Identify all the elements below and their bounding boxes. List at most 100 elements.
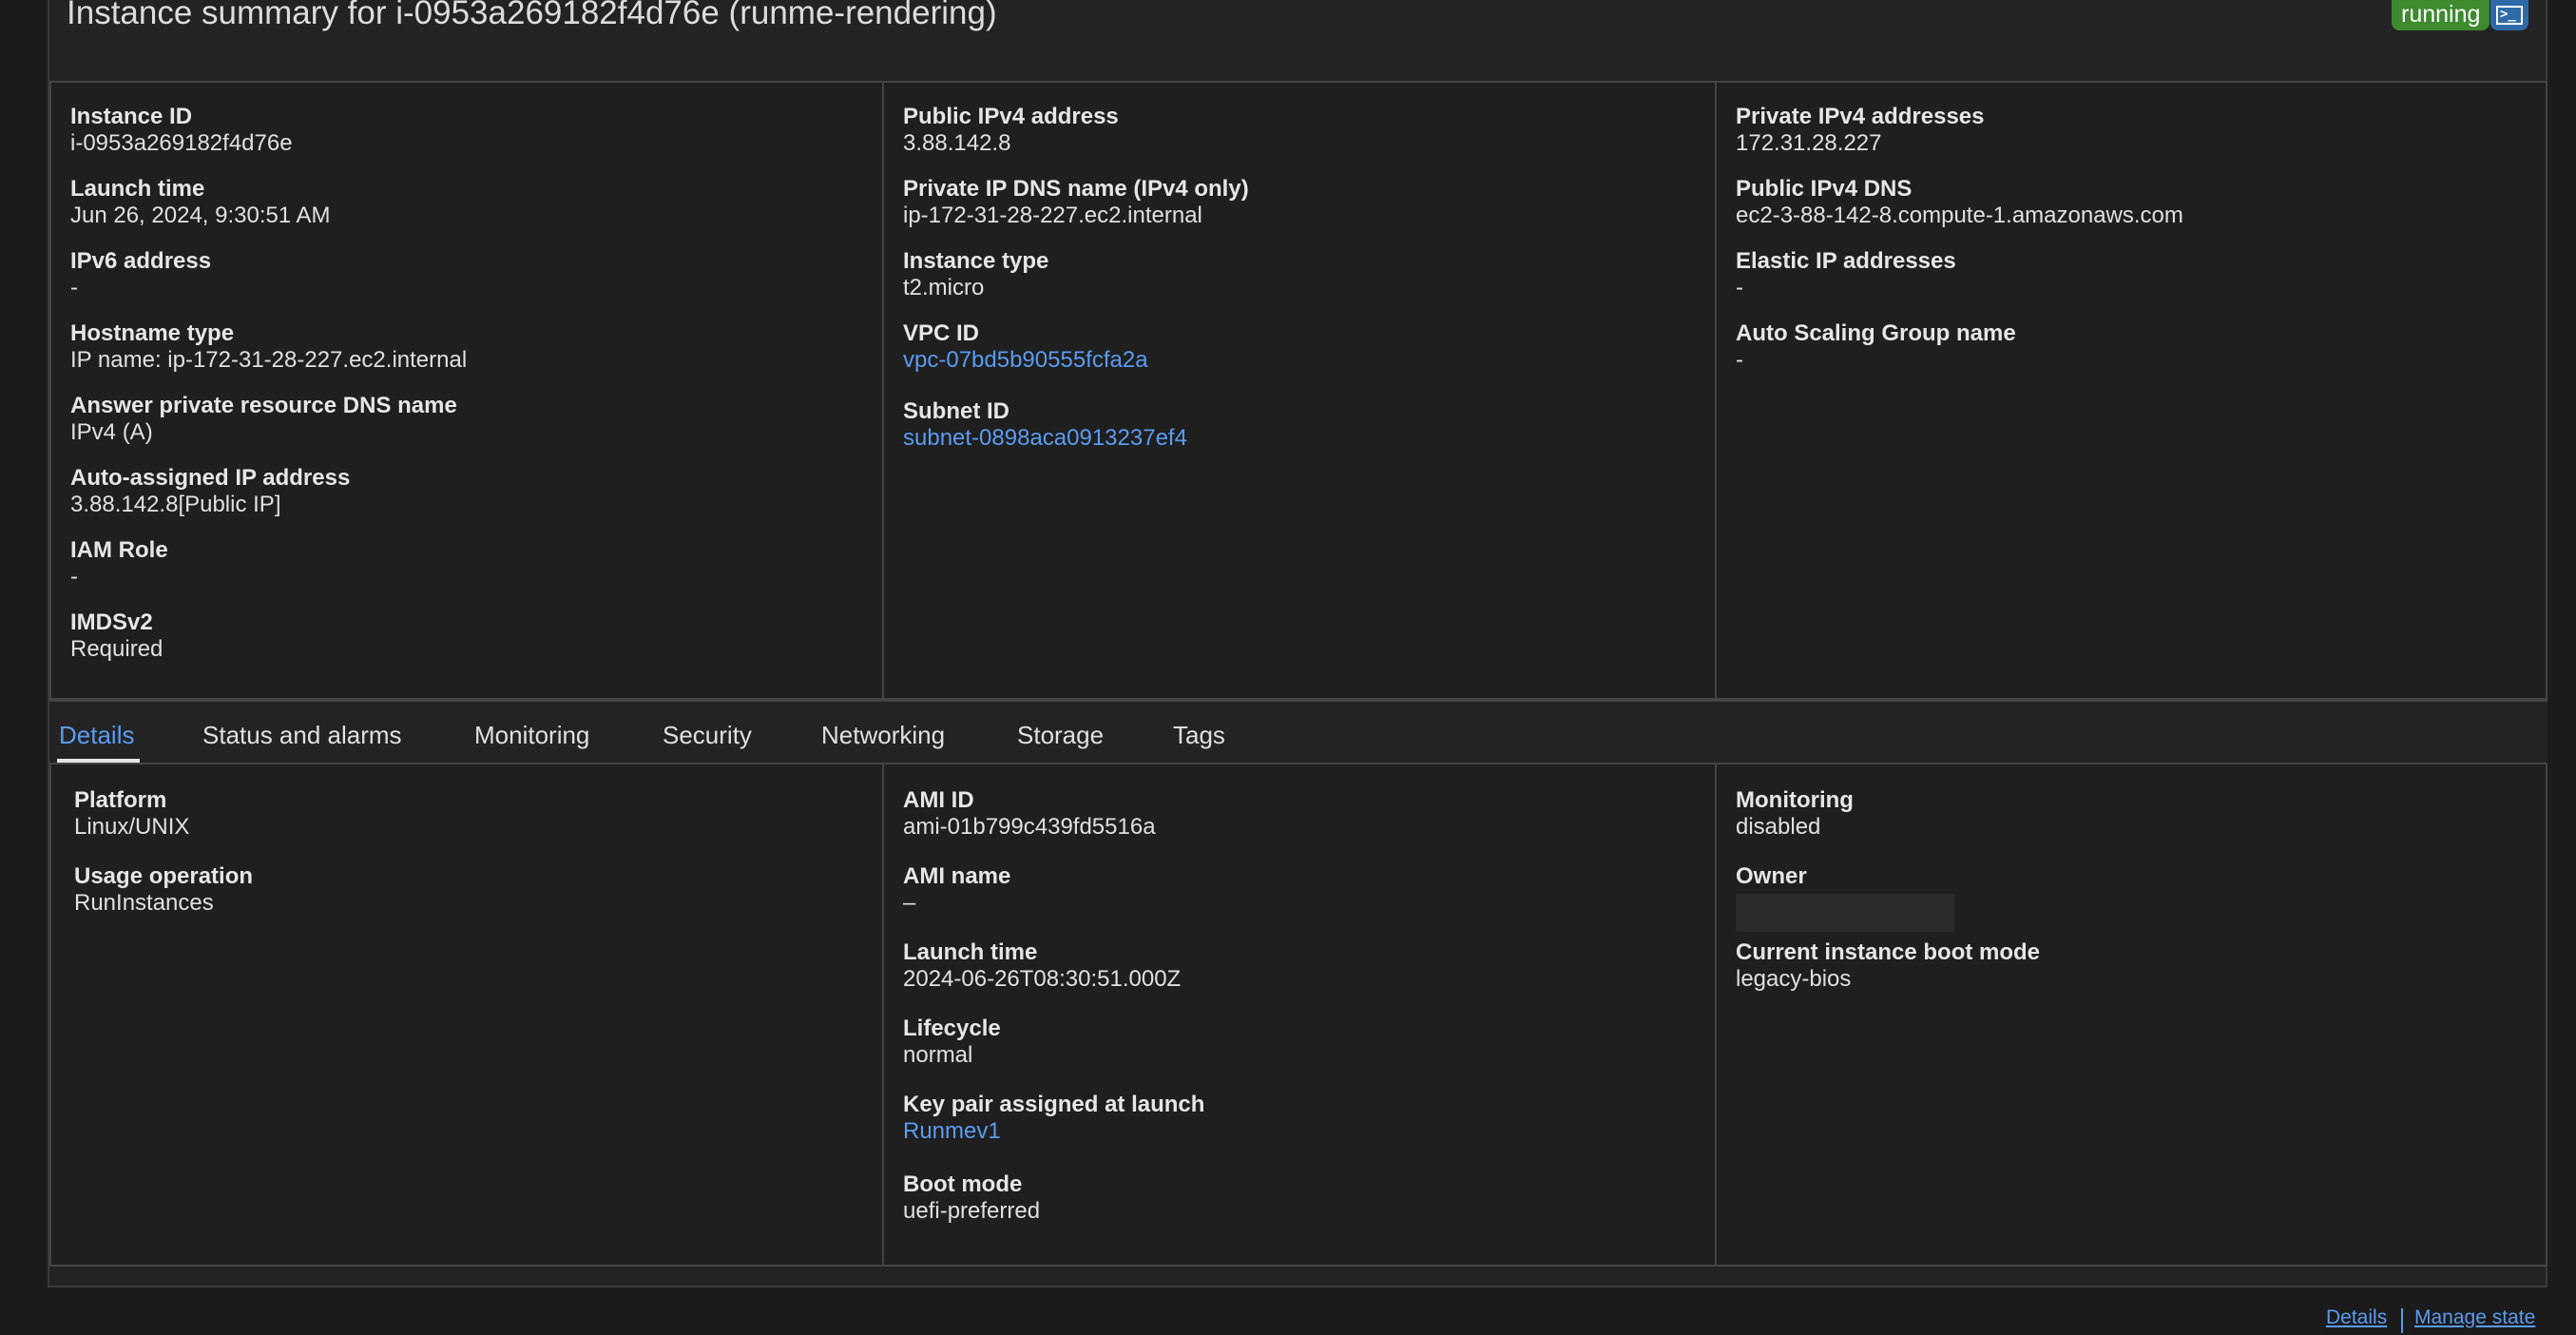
field-key-pair: Key pair assigned at launch Runmev1 — [903, 1092, 1715, 1171]
details-link[interactable]: Details — [2326, 1306, 2387, 1329]
tab-tags[interactable]: Tags — [1173, 721, 1225, 750]
connect-terminal-button[interactable]: >_ — [2490, 0, 2528, 30]
value: Required — [70, 636, 163, 662]
status-badge: running — [2392, 0, 2490, 30]
value: ec2-3-88-142-8.compute-1.amazonaws.com — [1736, 203, 2183, 228]
label: AMI ID — [903, 787, 974, 813]
value: IPv4 (A) — [70, 419, 153, 445]
redacted-owner — [1736, 894, 1954, 932]
label: Auto-assigned IP address — [70, 465, 351, 491]
label: Key pair assigned at launch — [903, 1092, 1205, 1117]
value: Linux/UNIX — [74, 814, 190, 840]
value: uefi-preferred — [903, 1198, 1041, 1224]
tab-storage[interactable]: Storage — [1017, 721, 1104, 750]
field-lifecycle: Lifecycle normal — [903, 1016, 1715, 1092]
value: t2.micro — [903, 275, 985, 300]
label: Public IPv4 DNS — [1736, 176, 1913, 202]
label: IAM Role — [70, 537, 168, 563]
value: 172.31.28.227 — [1736, 130, 1882, 156]
field-monitoring: Monitoring disabled — [1736, 787, 2546, 863]
summary-col-3: Private IPv4 addresses 172.31.28.227 Publ… — [1717, 83, 2546, 698]
subnet-link[interactable]: subnet-0898aca0913237ef4 — [903, 425, 1187, 451]
field-hostname-type: Hostname type IP name: ip-172-31-28-227.e… — [70, 320, 882, 393]
label: Launch time — [903, 939, 1038, 965]
tab-bar: Details Status and alarms Monitoring Sec… — [49, 700, 2547, 763]
field-launch-time: Launch time Jun 26, 2024, 9:30:51 AM — [70, 176, 882, 248]
manage-state-link[interactable]: Manage state — [2414, 1306, 2535, 1329]
field-ami-name: AMI name – — [903, 863, 1715, 939]
summary-col-2: Public IPv4 address 3.88.142.8 Private IP… — [884, 83, 1717, 698]
label: Monitoring — [1736, 787, 1854, 813]
value: Jun 26, 2024, 9:30:51 AM — [70, 203, 331, 228]
label: Current instance boot mode — [1736, 939, 2041, 965]
tab-monitoring[interactable]: Monitoring — [474, 721, 589, 750]
field-instance-id: Instance ID i-0953a269182f4d76e — [70, 104, 882, 176]
field-owner: Owner — [1736, 863, 2546, 939]
value: normal — [903, 1042, 973, 1068]
label: Private IP DNS name (IPv4 only) — [903, 176, 1249, 202]
value: 3.88.142.8 — [903, 130, 1011, 156]
value: disabled — [1736, 814, 1821, 840]
field-current-boot-mode: Current instance boot mode legacy-bios — [1736, 939, 2546, 1016]
label: IMDSv2 — [70, 609, 153, 635]
value: - — [70, 275, 78, 300]
divider — [2401, 1308, 2403, 1333]
field-private-ipv4: Private IPv4 addresses 172.31.28.227 — [1736, 104, 2546, 176]
details-col-3: Monitoring disabled Owner Current instanc… — [1717, 764, 2546, 1265]
value: 3.88.142.8[Public IP] — [70, 492, 281, 517]
value: i-0953a269182f4d76e — [70, 130, 293, 156]
label: IPv6 address — [70, 248, 212, 274]
tab-details[interactable]: Details — [59, 721, 134, 750]
label: Instance type — [903, 248, 1049, 274]
field-vpc-id: VPC ID vpc-07bd5b90555fcfa2a — [903, 320, 1715, 398]
vpc-link[interactable]: vpc-07bd5b90555fcfa2a — [903, 347, 1148, 373]
summary-col-1: Instance ID i-0953a269182f4d76e Launch ti… — [51, 83, 884, 698]
value: - — [1736, 275, 1743, 300]
field-platform: Platform Linux/UNIX — [74, 787, 882, 863]
field-answer-dns: Answer private resource DNS name IPv4 (A) — [70, 393, 882, 465]
label: AMI name — [903, 863, 1011, 889]
label: Boot mode — [903, 1171, 1023, 1197]
label: Auto Scaling Group name — [1736, 320, 2016, 346]
label: Instance ID — [70, 104, 193, 129]
tab-status-and-alarms[interactable]: Status and alarms — [202, 721, 402, 750]
field-imdsv2: IMDSv2 Required — [70, 609, 882, 682]
page-title: Instance summary for i-0953a269182f4d76e… — [67, 0, 997, 31]
key-pair-link[interactable]: Runmev1 — [903, 1118, 1001, 1144]
field-instance-type: Instance type t2.micro — [903, 248, 1715, 320]
value: - — [70, 564, 78, 590]
field-ami-id: AMI ID ami-01b799c439fd5516a — [903, 787, 1715, 863]
label: Public IPv4 address — [903, 104, 1119, 129]
label: Usage operation — [74, 863, 254, 889]
field-asg-name: Auto Scaling Group name - — [1736, 320, 2546, 393]
details-col-1: Platform Linux/UNIX Usage operation RunIns… — [51, 764, 884, 1265]
tab-networking[interactable]: Networking — [821, 721, 945, 750]
field-auto-assigned-ip: Auto-assigned IP address 3.88.142.8[Publi… — [70, 465, 882, 537]
field-ipv6: IPv6 address - — [70, 248, 882, 320]
label: Hostname type — [70, 320, 235, 346]
label: Platform — [74, 787, 167, 813]
value: - — [1736, 347, 1743, 373]
label: Subnet ID — [903, 398, 1009, 424]
field-usage-operation: Usage operation RunInstances — [74, 863, 882, 939]
value: ip-172-31-28-227.ec2.internal — [903, 203, 1202, 228]
field-public-dns: Public IPv4 DNS ec2-3-88-142-8.compute-1.… — [1736, 176, 2546, 248]
field-elastic-ip: Elastic IP addresses - — [1736, 248, 2546, 320]
value: 2024-06-26T08:30:51.000Z — [903, 966, 1182, 992]
field-private-dns: Private IP DNS name (IPv4 only) ip-172-31… — [903, 176, 1715, 248]
label: Elastic IP addresses — [1736, 248, 1956, 274]
label: Lifecycle — [903, 1016, 1001, 1041]
value: – — [903, 890, 916, 916]
value: IP name: ip-172-31-28-227.ec2.internal — [70, 347, 468, 373]
field-launch-time: Launch time 2024-06-26T08:30:51.000Z — [903, 939, 1715, 1016]
tab-security[interactable]: Security — [663, 721, 752, 750]
label: Answer private resource DNS name — [70, 393, 457, 418]
field-iam-role: IAM Role - — [70, 537, 882, 609]
details-col-2: AMI ID ami-01b799c439fd5516a AMI name – La… — [884, 764, 1717, 1265]
field-subnet-id: Subnet ID subnet-0898aca0913237ef4 — [903, 398, 1715, 471]
value: ami-01b799c439fd5516a — [903, 814, 1156, 840]
label: Owner — [1736, 863, 1807, 889]
label: VPC ID — [903, 320, 980, 346]
value: RunInstances — [74, 890, 214, 916]
label: Private IPv4 addresses — [1736, 104, 1985, 129]
